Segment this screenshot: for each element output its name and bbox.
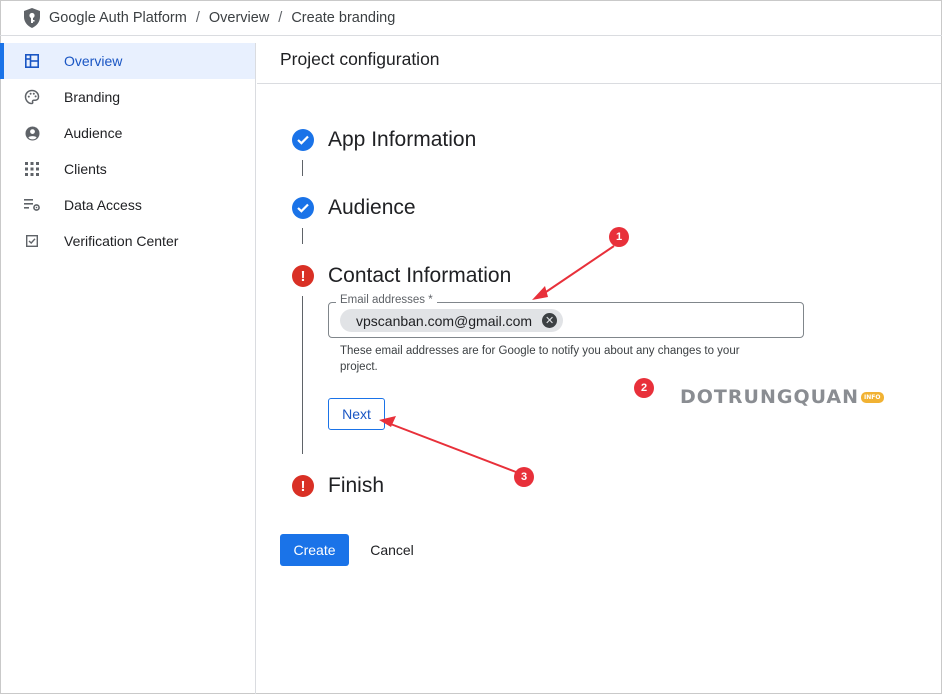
breadcrumb-item-platform[interactable]: Google Auth Platform [49, 10, 187, 26]
data-settings-icon [23, 196, 41, 214]
sidebar-item-label: Branding [64, 89, 121, 105]
cancel-button[interactable]: Cancel [357, 534, 427, 566]
sidebar-item-label: Data Access [64, 197, 142, 213]
annotation-marker-2: 2 [634, 378, 654, 398]
step-title: App Information [328, 128, 477, 151]
stepper-connector [302, 296, 303, 454]
breadcrumb-item-current: Create branding [291, 9, 396, 26]
sidebar-item-label: Overview [64, 53, 123, 69]
sidebar-item-verification-center[interactable]: Verification Center [0, 223, 255, 259]
step-finish[interactable]: ! Finish [292, 474, 384, 498]
check-circle-icon [292, 197, 314, 219]
breadcrumb-separator: / [278, 9, 283, 26]
check-circle-icon [292, 129, 314, 151]
dashboard-icon [23, 52, 41, 70]
sidebar-item-label: Clients [64, 161, 107, 177]
sidebar-item-clients[interactable]: Clients [0, 151, 255, 187]
step-title: Finish [328, 474, 385, 497]
shield-key-icon [24, 7, 40, 28]
sidebar-item-data-access[interactable]: Data Access [0, 187, 255, 223]
annotation-marker-3: 3 [514, 467, 534, 487]
next-button[interactable]: Next [328, 398, 385, 430]
remove-chip-icon[interactable]: ✕ [542, 313, 558, 328]
step-app-information[interactable]: App Information [292, 128, 476, 152]
palette-icon [23, 88, 41, 106]
sidebar-item-overview[interactable]: Overview [0, 43, 255, 79]
annotation-marker-1: 1 [609, 227, 629, 247]
error-icon: ! [292, 265, 314, 287]
watermark-text: DOTRUNGQUAN [680, 386, 860, 408]
account-circle-icon [23, 124, 41, 142]
step-title: Audience [328, 196, 416, 219]
breadcrumb-item-overview[interactable]: Overview [209, 10, 269, 26]
stepper-connector [302, 160, 303, 176]
email-helper-text: These email addresses are for Google to … [340, 345, 740, 373]
watermark-logo: DOTRUNGQUAN INFO [680, 386, 884, 408]
email-chip[interactable]: vpscanban.com@gmail.com ✕ [340, 309, 564, 332]
apps-grid-icon [23, 160, 41, 178]
sidebar-item-label: Verification Center [64, 233, 179, 249]
email-addresses-label: Email addresses * [336, 294, 437, 306]
breadcrumb-separator: / [195, 9, 200, 26]
step-audience[interactable]: Audience [292, 196, 416, 220]
step-contact-information[interactable]: ! Contact Information [292, 264, 511, 288]
breadcrumb: Google Auth Platform / Overview / Create… [0, 0, 942, 36]
email-chip-text: vpscanban.com@gmail.com [356, 312, 533, 329]
watermark-badge: INFO [861, 392, 884, 403]
step-title: Contact Information [328, 264, 512, 287]
checkbox-icon [23, 232, 41, 250]
create-button[interactable]: Create [280, 534, 349, 566]
sidebar: Overview Branding Audience Clients Data … [0, 43, 256, 694]
sidebar-item-audience[interactable]: Audience [0, 115, 255, 151]
sidebar-item-label: Audience [64, 125, 123, 141]
error-icon: ! [292, 475, 314, 497]
page-title: Project configuration [257, 36, 941, 84]
sidebar-item-branding[interactable]: Branding [0, 79, 255, 115]
stepper-connector [302, 228, 303, 244]
